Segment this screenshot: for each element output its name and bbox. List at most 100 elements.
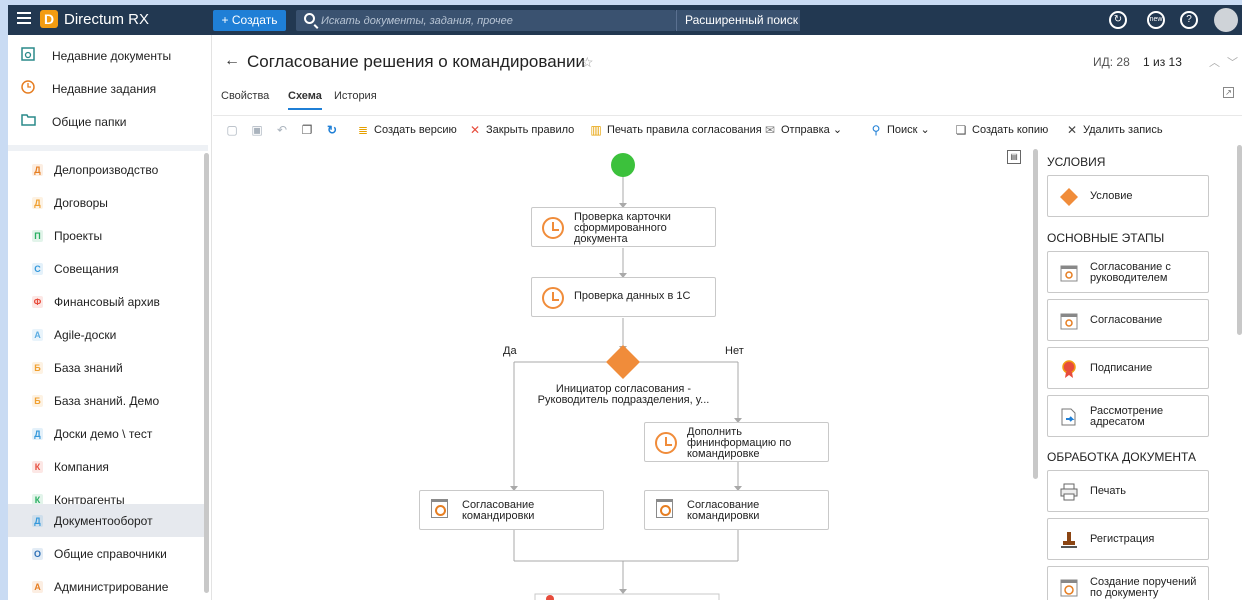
create-version-label: Создать версию <box>374 123 457 136</box>
send-menu[interactable]: ✉ Отправка ⌄ <box>763 123 842 139</box>
approval-stage-icon <box>431 499 448 518</box>
diagram-approval-node[interactable]: Согласование командировки <box>644 490 829 530</box>
back-arrow-icon[interactable]: ← <box>224 53 240 69</box>
sidebar-module[interactable]: Д Договоры <box>8 186 208 219</box>
advanced-search-button[interactable]: Расширенный поиск <box>676 10 800 31</box>
palette-item-approval[interactable]: Согласование <box>1047 299 1209 341</box>
section-header-doc-processing: ОБРАБОТКА ДОКУМЕНТА <box>1047 450 1196 464</box>
record-id: ИД: 28 <box>1093 55 1130 69</box>
sidebar-item-recent-documents[interactable]: Недавние документы <box>8 40 208 70</box>
sidebar-module[interactable]: Ф Финансовый архив <box>8 285 208 318</box>
chevron-down-icon[interactable]: ﹀ <box>1227 54 1238 70</box>
palette-item-label: Подписание <box>1090 363 1152 374</box>
close-rule-button[interactable]: ✕ Закрыть правило <box>468 123 574 139</box>
recent-tasks-icon <box>21 80 35 94</box>
palette-scrollbar[interactable] <box>1237 145 1242 335</box>
sidebar-scrollbar[interactable] <box>204 153 209 593</box>
new-icon[interactable]: new <box>1147 11 1165 29</box>
help-icon[interactable]: ? <box>1180 11 1198 29</box>
palette-item-create-assignments[interactable]: Создание поручений по документу <box>1047 566 1209 600</box>
clock-icon <box>655 432 677 454</box>
avatar[interactable] <box>1214 8 1238 32</box>
module-label: Финансовый архив <box>54 295 160 309</box>
canvas-scrollbar[interactable] <box>1033 149 1038 479</box>
notifications-icon[interactable]: ↻ <box>1109 11 1127 29</box>
start-node[interactable] <box>611 153 635 177</box>
sidebar-module[interactable]: А Администрирование <box>8 570 208 600</box>
module-badge: О <box>32 548 43 560</box>
sidebar-module[interactable]: К Компания <box>8 450 208 483</box>
sidebar-module[interactable]: Д Делопроизводство <box>8 153 208 186</box>
sidebar-module[interactable]: О Общие справочники <box>8 537 208 570</box>
save-icon[interactable]: ▢ <box>225 123 239 137</box>
sidebar-module[interactable]: П Проекты <box>8 219 208 252</box>
sidebar-item-recent-tasks[interactable]: Недавние задания <box>8 73 208 103</box>
stage-palette: УСЛОВИЯ Условие ОСНОВНЫЕ ЭТАПЫ Согласова… <box>1045 145 1242 600</box>
node-label: Согласование командировки <box>462 500 534 522</box>
node-label-line: документа <box>574 233 628 245</box>
search-menu[interactable]: ⚲ Поиск ⌄ <box>869 123 930 139</box>
save-close-icon[interactable]: ▣ <box>250 123 264 137</box>
search-input[interactable] <box>321 10 671 31</box>
sidebar-module-active[interactable]: Д Документооборот <box>8 504 208 537</box>
chevron-up-icon[interactable]: ︿ <box>1209 54 1220 70</box>
condition-text-line: Руководитель подразделения, у... <box>537 394 710 406</box>
palette-item-condition[interactable]: Условие <box>1047 175 1209 217</box>
sidebar-item-shared-folders[interactable]: Общие папки <box>8 106 208 136</box>
print-rules-button[interactable]: ▥ Печать правила согласования <box>589 123 761 139</box>
sidebar-module[interactable]: Б База знаний. Демо <box>8 384 208 417</box>
module-label: Проекты <box>54 229 103 243</box>
section-header-main-stages: ОСНОВНЫЕ ЭТАПЫ <box>1047 231 1165 245</box>
tab-scheme[interactable]: Схема <box>288 90 322 110</box>
menu-icon[interactable] <box>17 12 31 24</box>
diagram-task-node[interactable]: Проверка данных в 1С <box>531 277 716 317</box>
palette-item-signing[interactable]: Подписание <box>1047 347 1209 389</box>
palette-item-label-line: Регистрация <box>1090 533 1155 545</box>
print-scheme-icon[interactable]: ▤ <box>1007 150 1021 164</box>
approval-stage-icon <box>1060 313 1078 330</box>
diagram-task-node[interactable]: Дополнить фининформацию по командировке <box>644 422 829 462</box>
clock-icon <box>542 217 564 239</box>
create-copy-button[interactable]: ❏ Создать копию <box>954 123 1049 139</box>
approval-stage-icon <box>656 499 673 518</box>
printer-icon <box>1060 483 1078 501</box>
sidebar-module[interactable]: Б База знаний <box>8 351 208 384</box>
toolbar: ▢ ▣ ↶ ❐ ↻ ≣ Создать версию ✕ Закрыть прави… <box>213 115 1242 145</box>
scheme-canvas[interactable]: Проверка карточки сформированного докуме… <box>213 145 1033 600</box>
module-label: Agile-доски <box>54 328 117 342</box>
sidebar-module[interactable]: A Agile-доски <box>8 318 208 351</box>
node-label-line: командировки <box>462 510 535 522</box>
search-box[interactable] <box>296 10 676 31</box>
sidebar-module[interactable]: Д Доски демо \ тест <box>8 417 208 450</box>
module-badge: Д <box>32 164 43 176</box>
expand-icon[interactable]: ↗ <box>1223 87 1234 98</box>
palette-item-label: Печать <box>1090 486 1126 497</box>
palette-item-registration[interactable]: Регистрация <box>1047 518 1209 560</box>
palette-item-review[interactable]: Рассмотрение адресатом <box>1047 395 1209 437</box>
create-button[interactable]: + Создать <box>213 10 286 31</box>
main-panel: ← Согласование решения о командировании … <box>213 35 1242 600</box>
app-window: D Directum RX + Создать Расширенный поис… <box>8 5 1242 600</box>
approval-stage-icon <box>1060 265 1078 282</box>
module-badge: С <box>32 263 43 275</box>
undo-icon[interactable]: ↶ <box>275 123 289 137</box>
palette-item-label: Рассмотрение адресатом <box>1090 406 1163 428</box>
favorite-star-icon[interactable]: ☆ <box>581 54 594 71</box>
module-badge: Д <box>32 428 43 440</box>
palette-item-manager-approval[interactable]: Согласование с руководителем <box>1047 251 1209 293</box>
diagram-approval-node[interactable]: Согласование командировки <box>419 490 604 530</box>
palette-item-label: Согласование <box>1090 315 1162 326</box>
refresh-icon[interactable]: ↻ <box>325 123 339 137</box>
copy-icon[interactable]: ❐ <box>300 123 314 137</box>
sidebar: Недавние документы Недавние задания Общи… <box>8 35 212 600</box>
folder-icon <box>21 114 36 126</box>
tab-history[interactable]: История <box>334 90 377 110</box>
diagram-task-node[interactable]: Проверка карточки сформированного докуме… <box>531 207 716 247</box>
node-label-line: Проверка данных в 1С <box>574 290 691 302</box>
condition-diamond-icon <box>1060 188 1078 206</box>
create-version-button[interactable]: ≣ Создать версию <box>356 123 457 139</box>
palette-item-print[interactable]: Печать <box>1047 470 1209 512</box>
tab-properties[interactable]: Свойства <box>221 90 269 110</box>
sidebar-module[interactable]: С Совещания <box>8 252 208 285</box>
delete-button[interactable]: ✕ Удалить запись <box>1065 123 1163 139</box>
